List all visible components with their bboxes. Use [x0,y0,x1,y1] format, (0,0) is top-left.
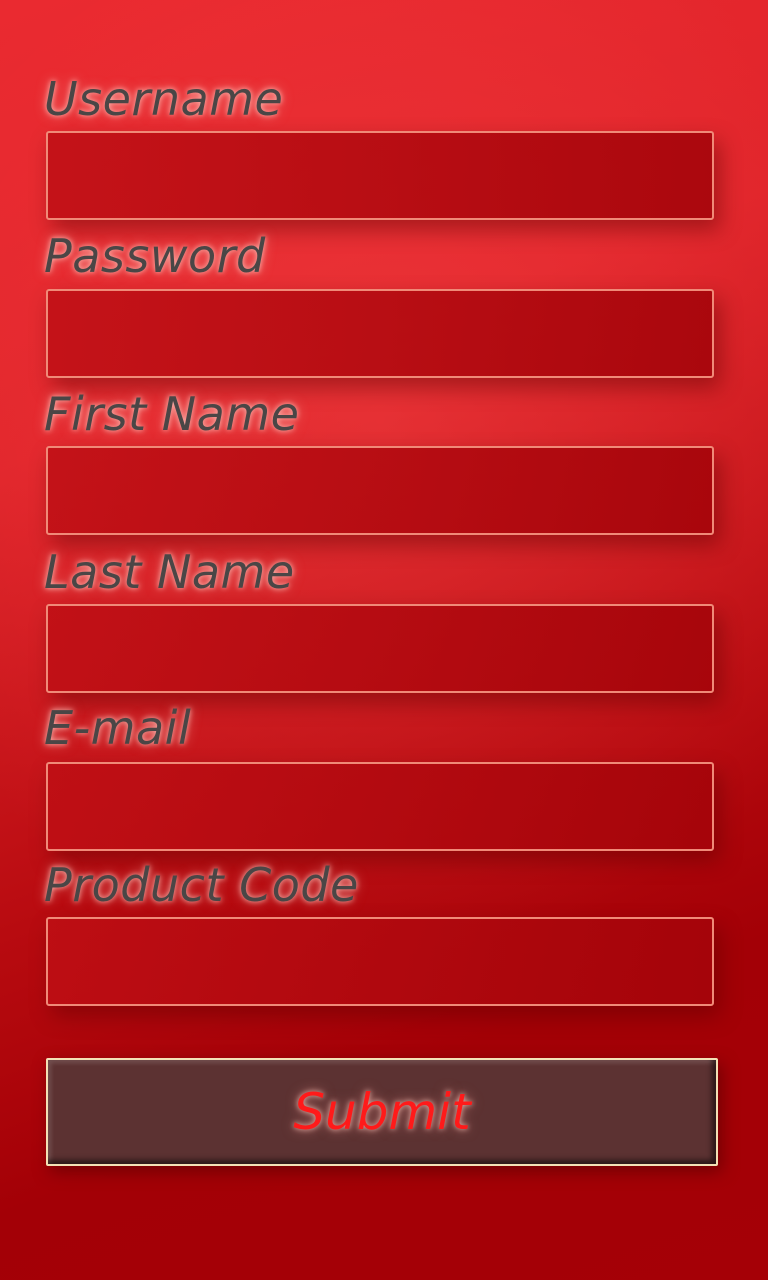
first-name-label: First Name [44,387,300,441]
product-code-label: Product Code [44,858,359,912]
last-name-label: Last Name [44,545,295,599]
submit-button-label: Submit [293,1083,471,1141]
password-label: Password [44,229,266,283]
registration-form: Username Password First Name Last Name E… [0,0,768,1280]
email-label: E-mail [44,701,192,755]
product-code-input[interactable] [46,917,714,1006]
submit-button[interactable]: Submit [46,1058,718,1166]
username-label: Username [44,72,284,126]
password-input[interactable] [46,289,714,378]
username-input[interactable] [46,131,714,220]
first-name-input[interactable] [46,446,714,535]
email-input[interactable] [46,762,714,851]
last-name-input[interactable] [46,604,714,693]
